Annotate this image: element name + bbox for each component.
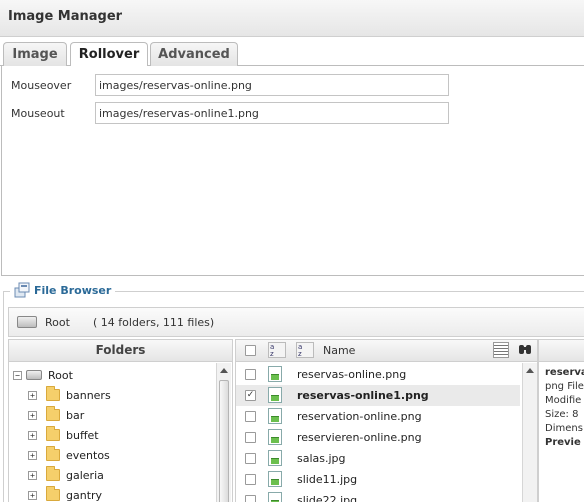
file-name: slide22.jpg: [297, 494, 358, 502]
title-bar: Image Manager: [0, 0, 584, 37]
rollover-panel: Mouseover Mouseout: [1, 66, 584, 276]
file-name: reservation-online.png: [297, 410, 422, 423]
image-file-icon: [268, 471, 282, 487]
mouseover-label: Mouseover: [11, 79, 72, 92]
image-file-icon: [268, 387, 282, 403]
detail-preview: Previe: [545, 437, 581, 448]
files-header: az az Name: [236, 340, 537, 362]
file-checkbox[interactable]: [245, 495, 256, 502]
tree-folder[interactable]: + gantry: [28, 485, 102, 502]
folder-label: buffet: [66, 428, 99, 442]
image-file-icon: [268, 408, 282, 424]
select-all-checkbox[interactable]: [245, 345, 256, 356]
folder-icon: [46, 486, 60, 501]
tree-root-label: Root: [48, 368, 73, 382]
files-pane: az az Name reservas-online.png ✓ reserva…: [235, 339, 538, 502]
tab-rollover[interactable]: Rollover: [70, 42, 148, 68]
expand-icon[interactable]: +: [28, 410, 37, 420]
tab-bar: Image Rollover Advanced: [0, 40, 584, 68]
folder-label: eventos: [66, 448, 110, 462]
folder-icon: [46, 406, 60, 421]
file-row[interactable]: reservieren-online.png: [236, 427, 520, 448]
path-root[interactable]: Root: [45, 316, 70, 329]
folder-label: bar: [66, 408, 85, 422]
scrollbar-thumb[interactable]: [219, 380, 229, 502]
expand-icon[interactable]: +: [28, 490, 37, 500]
file-row[interactable]: slide22.jpg: [236, 490, 520, 502]
mouseout-input[interactable]: [95, 102, 449, 124]
scroll-up-icon[interactable]: [220, 368, 228, 373]
detail-type: png File: [545, 381, 584, 392]
file-checkbox[interactable]: [245, 474, 256, 485]
file-checkbox[interactable]: [245, 411, 256, 422]
path-info: ( 14 folders, 111 files): [93, 316, 215, 329]
details-pane: reserva png File Modifie Size: 8 Dimens …: [538, 339, 584, 502]
folder-label: gantry: [66, 488, 103, 502]
file-checkbox[interactable]: [245, 369, 256, 380]
folder-icon: [46, 466, 60, 481]
expand-icon[interactable]: +: [28, 470, 37, 480]
detail-modified: Modifie: [545, 395, 582, 406]
path-bar: Root ( 14 folders, 111 files): [8, 307, 584, 337]
detail-size: Size: 8: [545, 409, 579, 420]
tree-folder[interactable]: + banners: [28, 385, 111, 405]
files-scrollbar[interactable]: [522, 363, 537, 502]
image-file-icon: [268, 366, 282, 382]
tree-folder[interactable]: + galeria: [28, 465, 104, 485]
search-icon[interactable]: [517, 342, 533, 358]
tree-folder[interactable]: + bar: [28, 405, 84, 425]
tab-image[interactable]: Image: [3, 42, 67, 67]
folder-label: galeria: [66, 468, 104, 482]
file-name: reservieren-online.png: [297, 431, 422, 444]
folders-header: Folders: [9, 340, 232, 362]
drive-icon: [17, 316, 37, 328]
details-header: [539, 340, 584, 362]
file-name: reservas-online1.png: [297, 389, 429, 402]
file-row[interactable]: reservation-online.png: [236, 406, 520, 427]
tab-advanced[interactable]: Advanced: [150, 42, 238, 67]
tree-folder[interactable]: + eventos: [28, 445, 110, 465]
file-browser-title: File Browser: [34, 283, 112, 297]
folders-pane: Folders − Root + banners + bar + buffet …: [8, 339, 233, 502]
image-file-icon: [268, 492, 282, 502]
list-view-icon[interactable]: [493, 342, 509, 358]
drive-icon: [26, 370, 42, 380]
mouseout-label: Mouseout: [11, 107, 65, 120]
image-file-icon: [268, 450, 282, 466]
expand-icon[interactable]: +: [28, 390, 37, 400]
folder-icon: [46, 446, 60, 461]
scroll-up-icon[interactable]: [526, 368, 534, 373]
collapse-icon[interactable]: −: [13, 370, 22, 380]
file-checkbox[interactable]: ✓: [245, 390, 256, 401]
folders-scrollbar[interactable]: [216, 363, 231, 502]
file-browser-icon: [14, 282, 30, 298]
folder-icon: [46, 426, 60, 441]
sort-type-icon[interactable]: az: [268, 342, 286, 358]
tree-folder[interactable]: + buffet: [28, 425, 99, 445]
file-row[interactable]: ✓ reservas-online1.png: [236, 385, 520, 406]
tree-root[interactable]: − Root: [13, 365, 73, 385]
folder-label: banners: [66, 388, 111, 402]
detail-file-title: reserva: [545, 367, 584, 378]
file-name: salas.jpg: [297, 452, 346, 465]
file-row[interactable]: reservas-online.png: [236, 364, 520, 385]
mouseover-input[interactable]: [95, 74, 449, 96]
file-browser-legend: File Browser: [10, 282, 116, 298]
image-file-icon: [268, 429, 282, 445]
expand-icon[interactable]: +: [28, 430, 37, 440]
detail-dimensions: Dimens: [545, 423, 583, 434]
folder-icon: [46, 386, 60, 401]
window-title: Image Manager: [8, 9, 123, 24]
name-column-header[interactable]: Name: [323, 344, 355, 357]
expand-icon[interactable]: +: [28, 450, 37, 460]
file-row[interactable]: slide11.jpg: [236, 469, 520, 490]
file-checkbox[interactable]: [245, 453, 256, 464]
file-row[interactable]: salas.jpg: [236, 448, 520, 469]
sort-name-icon[interactable]: az: [296, 342, 314, 358]
file-checkbox[interactable]: [245, 432, 256, 443]
file-name: reservas-online.png: [297, 368, 407, 381]
file-name: slide11.jpg: [297, 473, 358, 486]
